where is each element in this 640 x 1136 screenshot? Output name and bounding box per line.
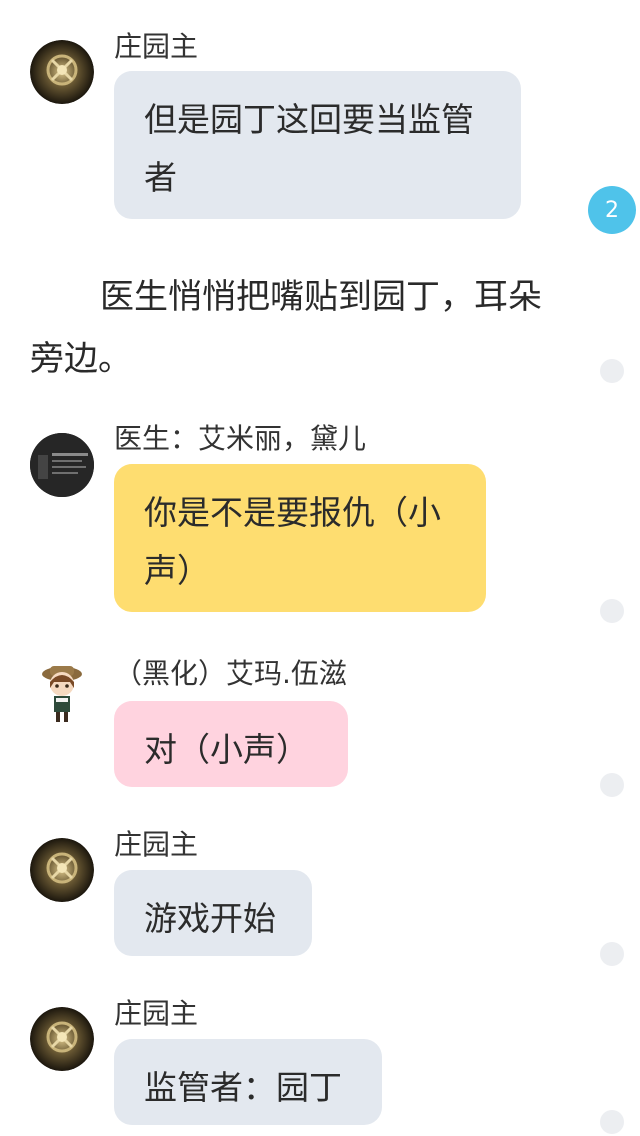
- manor-owner-avatar[interactable]: [30, 40, 94, 104]
- sender-name: （黑化）艾玛.伍滋: [114, 657, 347, 690]
- emma-chibi-avatar[interactable]: [30, 660, 94, 724]
- doctor-avatar[interactable]: [30, 433, 94, 497]
- unread-badge[interactable]: 2: [588, 186, 636, 234]
- manor-owner-emblem-icon: [30, 838, 94, 902]
- message-bubble[interactable]: 但是园丁这回要当监管者: [114, 71, 521, 219]
- status-dot-icon: [600, 1110, 624, 1134]
- status-dot-icon: [600, 359, 624, 383]
- status-dot-icon: [600, 599, 624, 623]
- sender-name: 医生：艾米丽，黛儿: [114, 422, 367, 455]
- manor-owner-emblem-icon: [30, 40, 94, 104]
- narration-text: 医生悄悄把嘴贴到园丁，耳朵旁边。: [30, 277, 542, 379]
- sender-name: 庄园主: [114, 30, 199, 63]
- chibi-character-icon: [42, 666, 82, 722]
- manor-owner-emblem-icon: [30, 1007, 94, 1071]
- manor-owner-avatar[interactable]: [30, 1007, 94, 1071]
- doctor-card-icon: [30, 433, 94, 497]
- message-bubble[interactable]: 游戏开始: [114, 870, 312, 956]
- sender-name: 庄园主: [114, 828, 199, 861]
- status-dot-icon: [600, 773, 624, 797]
- status-dot-icon: [600, 942, 624, 966]
- sender-name: 庄园主: [114, 997, 199, 1030]
- message-bubble[interactable]: 监管者：园丁: [114, 1039, 382, 1125]
- message-bubble[interactable]: 对（小声）: [114, 701, 348, 787]
- message-bubble[interactable]: 你是不是要报仇（小声）: [114, 464, 486, 612]
- manor-owner-avatar[interactable]: [30, 838, 94, 902]
